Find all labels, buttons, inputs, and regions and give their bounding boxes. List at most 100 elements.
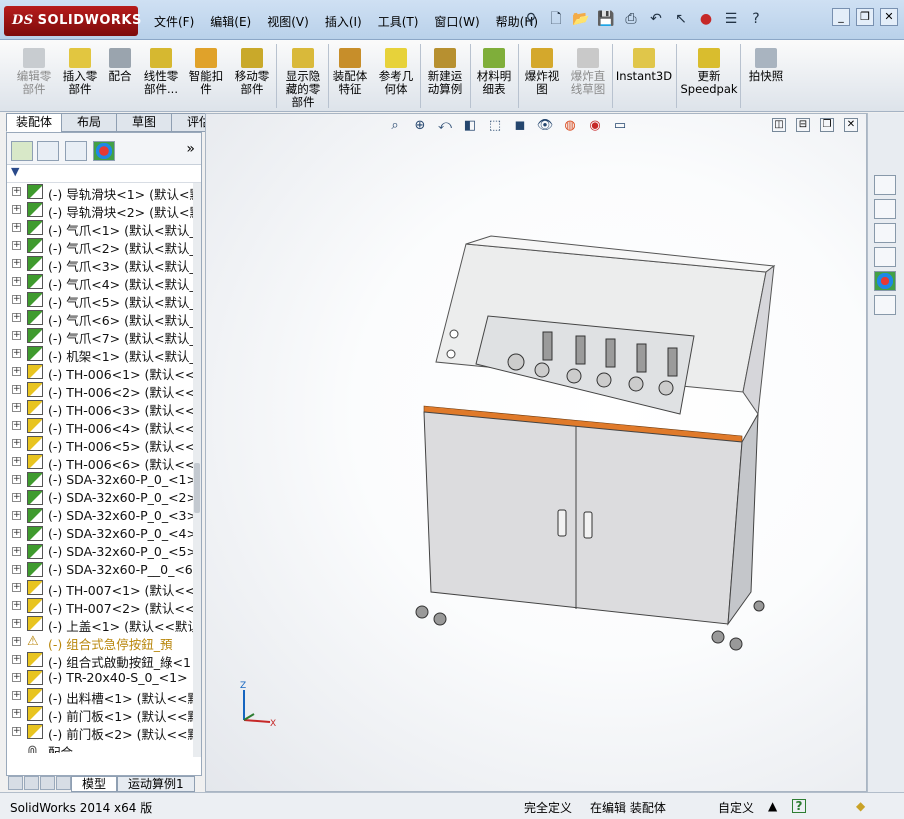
- tree-item[interactable]: + (-) SDA-32x60-P_0_<1>: [7, 471, 193, 489]
- insert-component-button[interactable]: 插入零 部件: [58, 42, 102, 96]
- solidworks-logo[interactable]: DS SOLIDWORKS: [4, 6, 141, 36]
- tab-sketch[interactable]: 草图: [116, 113, 172, 132]
- expand-icon[interactable]: +: [12, 241, 21, 250]
- help-icon[interactable]: ?: [792, 799, 806, 813]
- tab-motion-study[interactable]: 运动算例1: [117, 776, 195, 792]
- undo-icon[interactable]: ↶: [645, 8, 667, 30]
- tree-item[interactable]: ⋒ 配合: [7, 741, 193, 753]
- expand-icon[interactable]: +: [12, 619, 21, 628]
- tree-item[interactable]: + (-) TH-006<2> (默认<<: [7, 381, 193, 400]
- tree-item[interactable]: + (-) SDA-32x60-P_0_<3>: [7, 507, 193, 525]
- menu-tools[interactable]: 工具(T): [370, 10, 427, 33]
- expand-icon[interactable]: +: [12, 223, 21, 232]
- expand-icon[interactable]: +: [12, 367, 21, 376]
- expand-icon[interactable]: +: [12, 295, 21, 304]
- tree-item[interactable]: + (-) 机架<1> (默认<默认_: [7, 345, 193, 364]
- filter-icon[interactable]: ▼: [11, 165, 19, 178]
- bill-of-materials-button[interactable]: 材料明 细表: [472, 42, 516, 96]
- tree-item[interactable]: + (-) TH-006<6> (默认<<: [7, 453, 193, 472]
- expand-icon[interactable]: +: [12, 583, 21, 592]
- units-chevron-icon[interactable]: ▲: [768, 799, 777, 813]
- close-button[interactable]: ✕: [880, 8, 898, 26]
- tab-layout[interactable]: 布局: [61, 113, 117, 132]
- custom-properties-icon[interactable]: [874, 295, 896, 315]
- filter-row[interactable]: ▼: [7, 165, 201, 183]
- menu-window[interactable]: 窗口(W): [426, 10, 487, 33]
- expand-icon[interactable]: +: [12, 187, 21, 196]
- first-tab-button[interactable]: [8, 776, 23, 790]
- tree-item[interactable]: + (-) TH-007<2> (默认<<: [7, 597, 193, 616]
- tree-item[interactable]: + (-) SDA-32x60-P_0_<2>: [7, 489, 193, 507]
- expand-icon[interactable]: +: [12, 655, 21, 664]
- tree-scrollbar[interactable]: [193, 183, 201, 757]
- tree-item[interactable]: + (-) 上盖<1> (默认<<默认: [7, 615, 193, 634]
- tree-item[interactable]: + (-) 气爪<2> (默认<默认_: [7, 237, 193, 256]
- expand-icon[interactable]: +: [12, 259, 21, 268]
- expand-icon[interactable]: +: [12, 565, 21, 574]
- tree-item[interactable]: + (-) TH-006<1> (默认<<: [7, 363, 193, 382]
- tree-item[interactable]: + (-) 气爪<1> (默认<默认_: [7, 219, 193, 238]
- tab-model[interactable]: 模型: [71, 776, 118, 792]
- exploded-view-button[interactable]: 爆炸视图: [520, 42, 564, 96]
- tree-item[interactable]: + (-) 出料槽<1> (默认<<默: [7, 687, 193, 706]
- expand-icon[interactable]: +: [12, 277, 21, 286]
- menu-file[interactable]: 文件(F): [146, 10, 202, 33]
- linear-pattern-button[interactable]: 线性零 部件...: [138, 42, 184, 96]
- tree-item[interactable]: + (-) 导轨滑块<2> (默认<默: [7, 201, 193, 220]
- move-component-button[interactable]: 移动零 部件: [230, 42, 274, 96]
- tree-item[interactable]: + (-) SDA-32x60-P__0_<6>: [7, 561, 193, 579]
- expand-icon[interactable]: +: [12, 313, 21, 322]
- prev-tab-button[interactable]: [24, 776, 39, 790]
- home-icon[interactable]: [874, 175, 896, 195]
- new-motion-study-button[interactable]: 新建运 动算例: [422, 42, 468, 96]
- expand-icon[interactable]: +: [12, 457, 21, 466]
- new-document-icon[interactable]: 🗋: [545, 8, 567, 30]
- notification-icon[interactable]: ◆: [856, 799, 865, 813]
- tree-item[interactable]: + (-) TH-006<3> (默认<<: [7, 399, 193, 418]
- expand-icon[interactable]: +: [12, 493, 21, 502]
- save-icon[interactable]: 💾: [595, 8, 617, 30]
- last-tab-button[interactable]: [56, 776, 71, 790]
- appearance-tab-icon[interactable]: [93, 141, 115, 161]
- appearances-icon[interactable]: [874, 271, 896, 291]
- tree-item[interactable]: + (-) 气爪<5> (默认<默认_: [7, 291, 193, 310]
- print-icon[interactable]: ⎙: [620, 8, 642, 30]
- take-snapshot-button[interactable]: 拍快照: [744, 42, 788, 83]
- show-hidden-components-button[interactable]: 显示隐 藏的零 部件: [280, 42, 326, 109]
- tree-item[interactable]: + (-) 气爪<7> (默认<默认_: [7, 327, 193, 346]
- explode-line-sketch-button[interactable]: 爆炸直 线草图: [566, 42, 610, 96]
- tree-item[interactable]: + (-) 气爪<4> (默认<默认_: [7, 273, 193, 292]
- tree-item[interactable]: + (-) 前门板<2> (默认<<默: [7, 723, 193, 742]
- graphics-viewport[interactable]: ⌕ ⊕ ⤺ ◧ ⬚ ◼ 👁 ◍ ◉ ▭ ◫ ⊟ ❐ ✕ Z X: [205, 113, 867, 792]
- tree-item[interactable]: + (-) SDA-32x60-P_0_<4>: [7, 525, 193, 543]
- tree-item[interactable]: + (-) 气爪<6> (默认<默认_: [7, 309, 193, 328]
- tree-item[interactable]: + (-) TR-20x40-S_0_<1>: [7, 669, 193, 687]
- tree-item[interactable]: + (-) 组合式啟動按鈕_綠<1: [7, 651, 193, 670]
- tree-item[interactable]: + (-) TH-006<5> (默认<<: [7, 435, 193, 454]
- expand-chevron-icon[interactable]: »: [186, 141, 195, 157]
- view-palette-icon[interactable]: [874, 247, 896, 267]
- expand-icon[interactable]: +: [12, 637, 21, 646]
- expand-icon[interactable]: +: [12, 547, 21, 556]
- expand-icon[interactable]: +: [12, 673, 21, 682]
- design-library-icon[interactable]: [874, 199, 896, 219]
- menu-insert[interactable]: 插入(I): [317, 10, 370, 33]
- expand-icon[interactable]: +: [12, 205, 21, 214]
- scroll-thumb[interactable]: [194, 463, 200, 513]
- tree-item[interactable]: + (-) 前门板<1> (默认<<默: [7, 705, 193, 724]
- expand-icon[interactable]: +: [12, 709, 21, 718]
- feature-tree-tab-icon[interactable]: [11, 141, 33, 161]
- restore-button[interactable]: ❐: [856, 8, 874, 26]
- tree-item[interactable]: + (-) 气爪<3> (默认<默认_: [7, 255, 193, 274]
- select-arrow-icon[interactable]: ↖: [670, 8, 692, 30]
- minimize-button[interactable]: _: [832, 8, 850, 26]
- machine-model-3d[interactable]: Z X: [206, 114, 867, 792]
- tree-item[interactable]: + (-) SDA-32x60-P_0_<5>: [7, 543, 193, 561]
- expand-icon[interactable]: +: [12, 727, 21, 736]
- file-explorer-icon[interactable]: [874, 223, 896, 243]
- tree-item[interactable]: + (-) TH-006<4> (默认<<: [7, 417, 193, 436]
- assembly-features-button[interactable]: 装配体 特征: [330, 42, 370, 96]
- property-manager-tab-icon[interactable]: [37, 141, 59, 161]
- menu-view[interactable]: 视图(V): [259, 10, 317, 33]
- tree-item[interactable]: + (-) 导轨滑块<1> (默认<默: [7, 183, 193, 202]
